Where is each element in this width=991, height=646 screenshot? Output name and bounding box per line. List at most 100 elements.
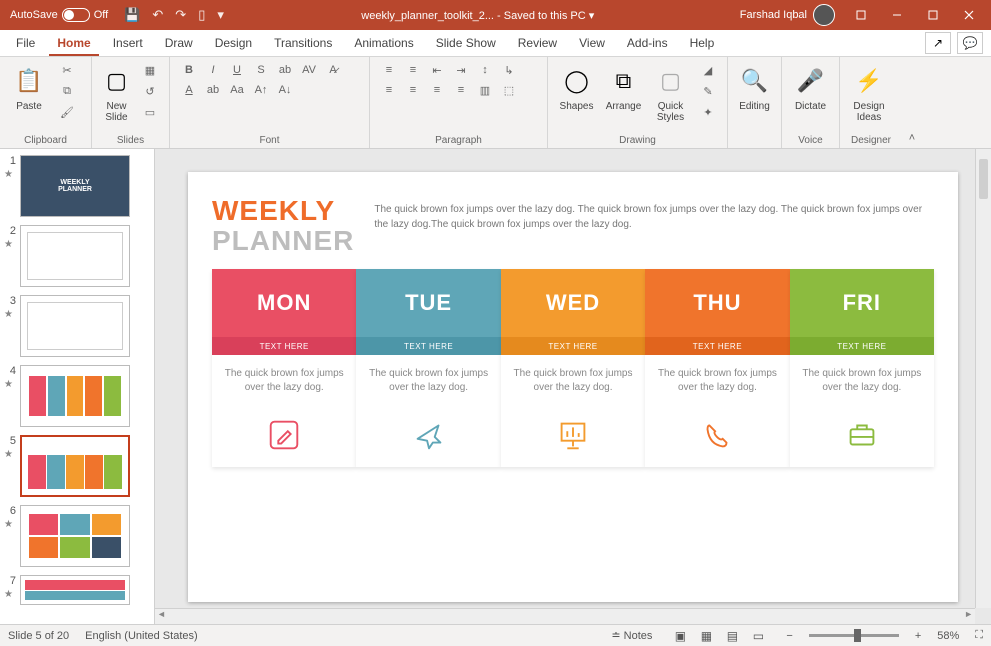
language-indicator[interactable]: English (United States) (85, 630, 198, 642)
more-icon[interactable]: ▾ (217, 7, 224, 23)
sorter-view-icon[interactable]: ▦ (694, 627, 718, 645)
fit-window-icon[interactable]: ⛶ (975, 629, 983, 642)
day-wed[interactable]: WED TEXT HERE The quick brown fox jumps … (501, 269, 645, 467)
clear-format-icon[interactable]: A̷ (322, 61, 344, 79)
minimize-button[interactable] (879, 0, 915, 30)
shape-fill-icon[interactable]: ◢ (697, 61, 719, 79)
autosave-toggle[interactable]: AutoSave Off (4, 8, 114, 22)
text-direction-icon[interactable]: ↳ (498, 61, 520, 79)
collapse-ribbon-icon[interactable]: ˄ (902, 57, 922, 148)
increase-font-icon[interactable]: A↑ (250, 81, 272, 99)
arrange-button[interactable]: ⧉Arrange (603, 61, 644, 112)
slide-canvas-area[interactable]: WEEKLY PLANNER The quick brown fox jumps… (155, 149, 991, 624)
normal-view-icon[interactable]: ▣ (668, 627, 692, 645)
shape-outline-icon[interactable]: ✎ (697, 82, 719, 100)
shape-effects-icon[interactable]: ✦ (697, 103, 719, 121)
decrease-font-icon[interactable]: A↓ (274, 81, 296, 99)
bold-button[interactable]: B (178, 61, 200, 79)
align-left-icon[interactable]: ≡ (378, 81, 400, 99)
bullets-icon[interactable]: ≡ (378, 61, 400, 79)
day-tue[interactable]: TUE TEXT HERE The quick brown fox jumps … (356, 269, 500, 467)
zoom-slider[interactable] (809, 634, 899, 637)
font-color-icon[interactable]: A (178, 81, 200, 99)
section-icon[interactable]: ▭ (139, 103, 161, 121)
horizontal-scrollbar[interactable] (155, 608, 975, 624)
quick-styles-button[interactable]: ▢Quick Styles (650, 61, 691, 123)
notes-button[interactable]: ≐ Notes (611, 629, 652, 642)
tab-slideshow[interactable]: Slide Show (428, 32, 504, 56)
thumbnail-3[interactable]: 3★ (4, 295, 150, 357)
tab-insert[interactable]: Insert (105, 32, 151, 56)
save-icon[interactable]: 💾 (124, 7, 140, 23)
redo-icon[interactable]: ↷ (175, 7, 186, 23)
user-account[interactable]: Farshad Iqbal (732, 4, 843, 26)
slide[interactable]: WEEKLY PLANNER The quick brown fox jumps… (188, 172, 958, 602)
strike-button[interactable]: S (250, 61, 272, 79)
thumbnail-7[interactable]: 7★ (4, 575, 150, 605)
chevron-down-icon[interactable]: ▾ (589, 10, 595, 22)
change-case-icon[interactable]: Aa (226, 81, 248, 99)
shapes-button[interactable]: ◯Shapes (556, 61, 597, 112)
thumbnail-5[interactable]: 5★ (4, 435, 150, 497)
slideshow-view-icon[interactable]: ▭ (746, 627, 770, 645)
slide-thumbnail-panel[interactable]: 1★WEEKLYPLANNER 2★ 3★ 4★ 5★ 6★ 7★ (0, 149, 155, 624)
line-spacing-icon[interactable]: ↕ (474, 61, 496, 79)
tab-home[interactable]: Home (49, 32, 98, 56)
tab-transitions[interactable]: Transitions (266, 32, 340, 56)
reset-icon[interactable]: ↺ (139, 82, 161, 100)
new-slide-button[interactable]: ▢New Slide (100, 61, 133, 123)
zoom-level[interactable]: 58% (937, 630, 959, 642)
startfrombeginning-icon[interactable]: ▯ (198, 7, 205, 23)
tab-review[interactable]: Review (510, 32, 565, 56)
columns-icon[interactable]: ▥ (474, 81, 496, 99)
vertical-scrollbar[interactable] (975, 149, 991, 608)
cut-icon[interactable]: ✂ (56, 61, 78, 79)
thumbnail-1[interactable]: 1★WEEKLYPLANNER (4, 155, 150, 217)
highlight-icon[interactable]: ab (202, 81, 224, 99)
copy-icon[interactable]: ⧉ (56, 82, 78, 100)
shadow-button[interactable]: ab (274, 61, 296, 79)
design-ideas-button[interactable]: ⚡Design Ideas (848, 61, 890, 123)
close-button[interactable] (951, 0, 987, 30)
underline-button[interactable]: U (226, 61, 248, 79)
layout-icon[interactable]: ▦ (139, 61, 161, 79)
dictate-button[interactable]: 🎤Dictate (790, 61, 831, 112)
spacing-button[interactable]: AV (298, 61, 320, 79)
share-button[interactable]: ↗ (925, 32, 951, 54)
align-center-icon[interactable]: ≡ (402, 81, 424, 99)
slide-counter[interactable]: Slide 5 of 20 (8, 630, 69, 642)
align-right-icon[interactable]: ≡ (426, 81, 448, 99)
reading-view-icon[interactable]: ▤ (720, 627, 744, 645)
day-thu[interactable]: THU TEXT HERE The quick brown fox jumps … (645, 269, 789, 467)
comments-button[interactable]: 💬 (957, 32, 983, 54)
indent-left-icon[interactable]: ⇤ (426, 61, 448, 79)
thumbnail-2[interactable]: 2★ (4, 225, 150, 287)
zoom-out-button[interactable]: − (786, 630, 792, 642)
numbering-icon[interactable]: ≡ (402, 61, 424, 79)
tab-view[interactable]: View (571, 32, 613, 56)
tab-draw[interactable]: Draw (157, 32, 201, 56)
tab-animations[interactable]: Animations (346, 32, 421, 56)
thumbnail-4[interactable]: 4★ (4, 365, 150, 427)
tab-help[interactable]: Help (682, 32, 723, 56)
paste-button[interactable]: 📋Paste (8, 61, 50, 112)
smartart-icon[interactable]: ⬚ (498, 81, 520, 99)
thumbnail-6[interactable]: 6★ (4, 505, 150, 567)
undo-icon[interactable]: ↶ (152, 7, 163, 23)
slide-description[interactable]: The quick brown fox jumps over the lazy … (374, 196, 934, 232)
indent-right-icon[interactable]: ⇥ (450, 61, 472, 79)
day-mon[interactable]: MON TEXT HERE The quick brown fox jumps … (212, 269, 356, 467)
italic-button[interactable]: I (202, 61, 224, 79)
tab-file[interactable]: File (8, 32, 43, 56)
editing-button[interactable]: 🔍Editing (736, 61, 773, 112)
format-painter-icon[interactable]: 🖌 (56, 103, 78, 121)
ribbon-display-button[interactable] (843, 0, 879, 30)
tab-design[interactable]: Design (207, 32, 260, 56)
tab-addins[interactable]: Add-ins (619, 32, 676, 56)
day-fri[interactable]: FRI TEXT HERE The quick brown fox jumps … (790, 269, 934, 467)
justify-icon[interactable]: ≡ (450, 81, 472, 99)
slide-title[interactable]: WEEKLY PLANNER (212, 196, 354, 258)
zoom-in-button[interactable]: + (915, 630, 921, 642)
maximize-button[interactable] (915, 0, 951, 30)
group-label: Drawing (556, 133, 719, 146)
